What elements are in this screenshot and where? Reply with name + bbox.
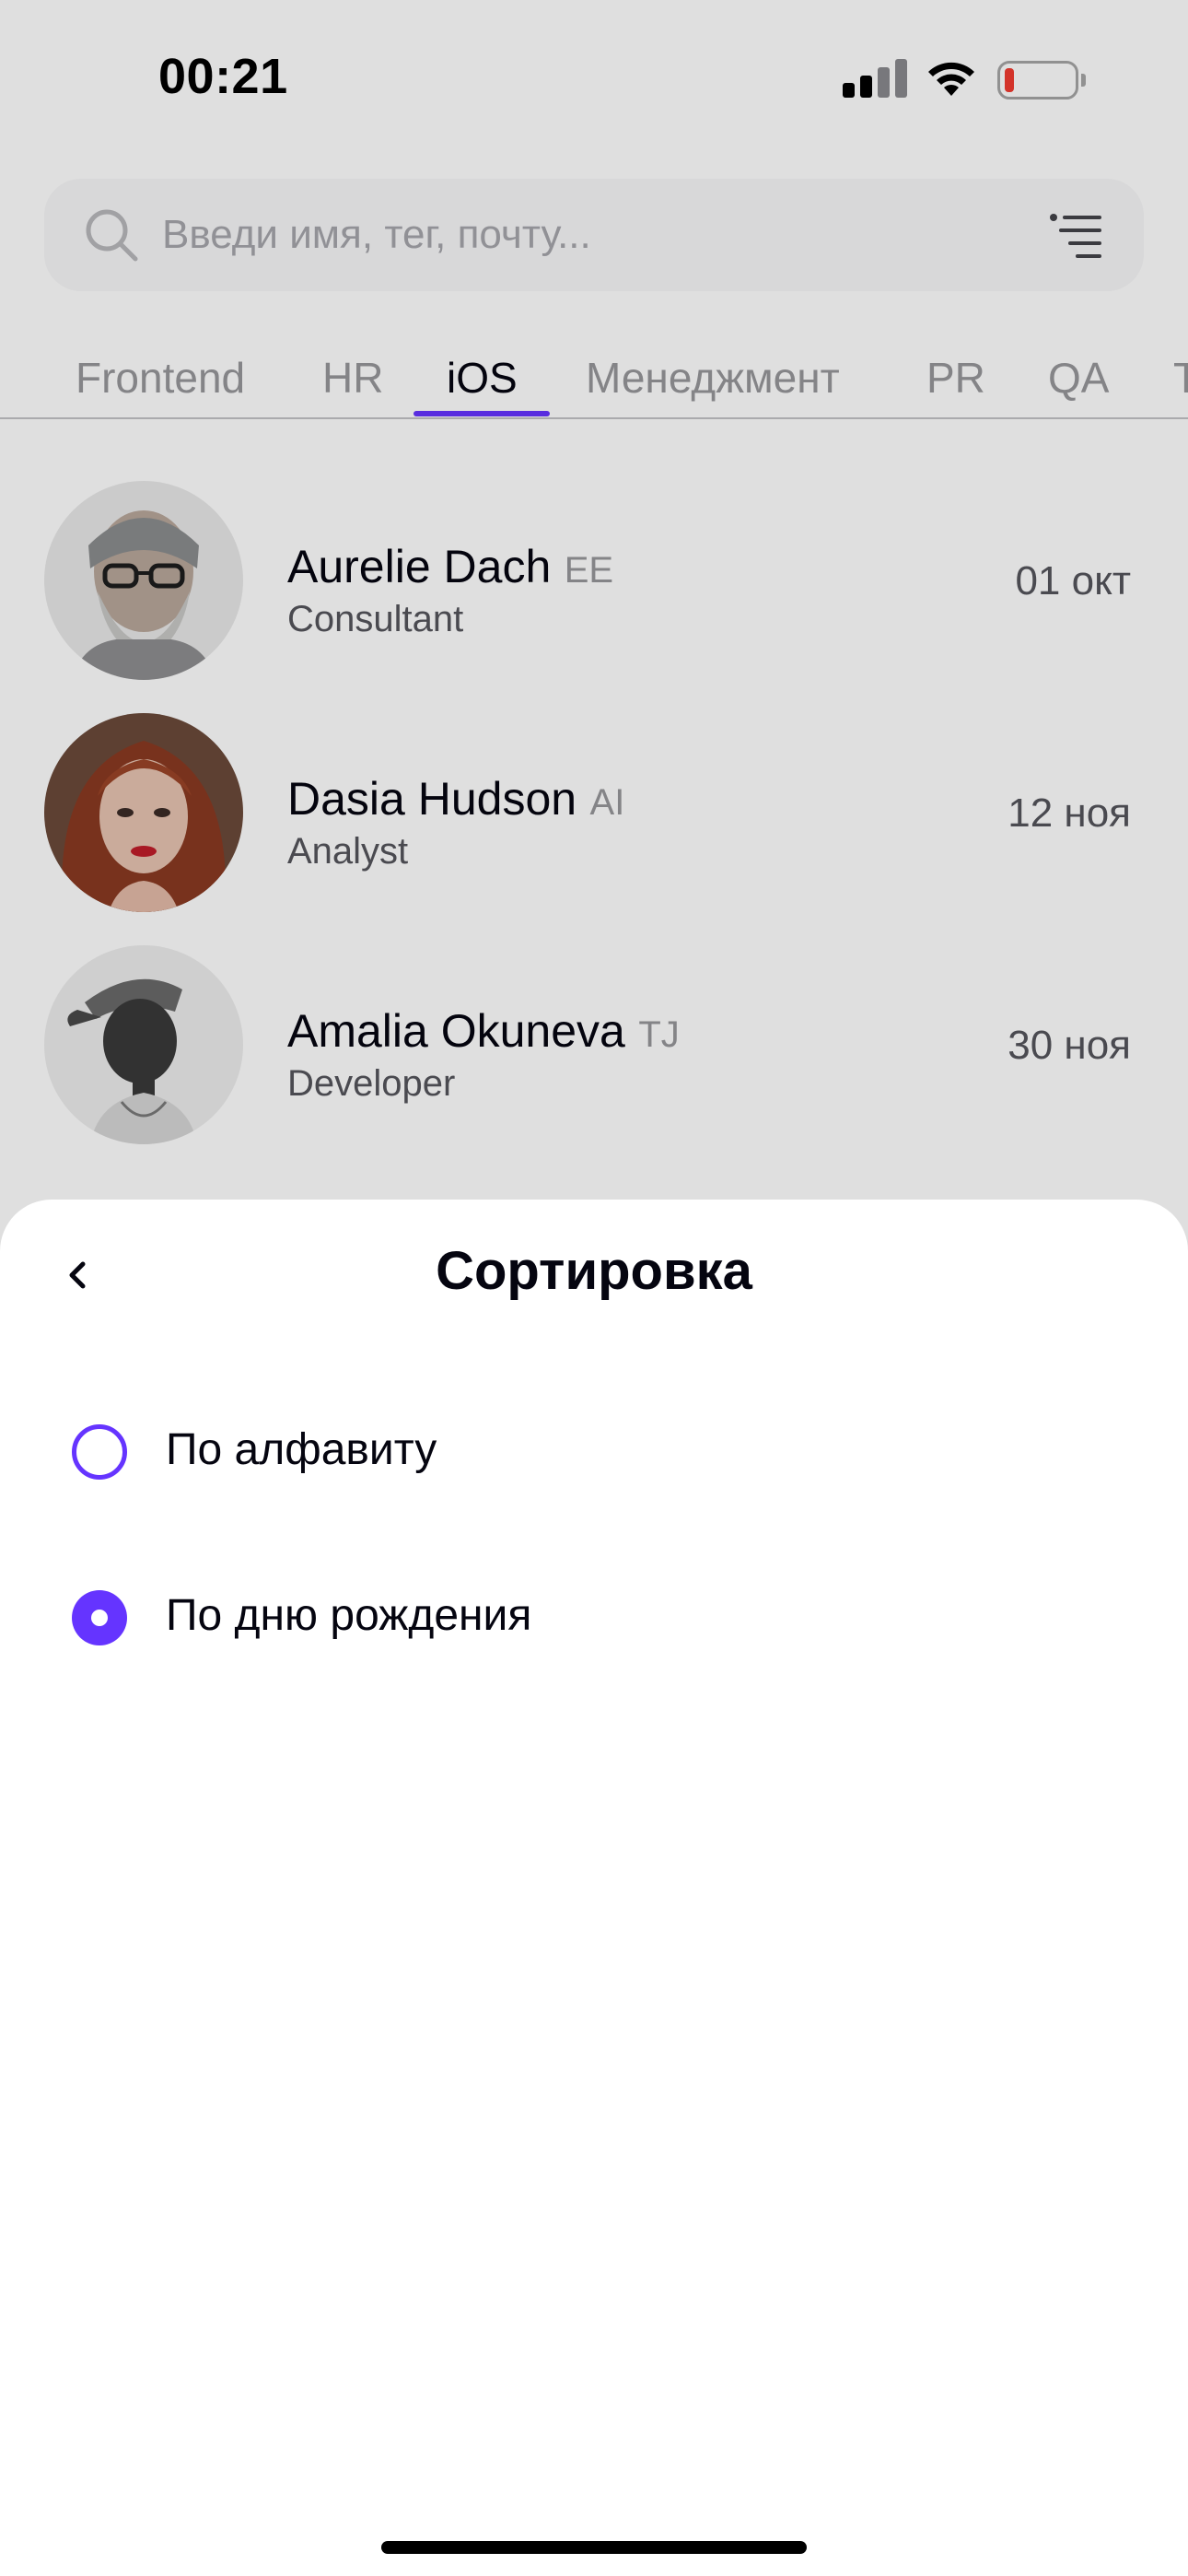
employee-position: Developer bbox=[287, 1063, 456, 1104]
tab-management[interactable]: Менеджмент bbox=[586, 341, 840, 420]
employee-birthday: 12 ноя bbox=[1007, 790, 1131, 836]
employee-birthday: 30 ноя bbox=[1007, 1023, 1131, 1068]
employee-row[interactable]: Dasia Hudson AI Analyst 12 ноя bbox=[0, 713, 1188, 916]
employee-tag: EE bbox=[564, 550, 614, 591]
employee-row[interactable]: Aurelie Dach EE Consultant 01 окт bbox=[0, 481, 1188, 684]
sort-option-label: По алфавиту bbox=[166, 1425, 437, 1474]
employee-name-line: Aurelie Dach EE bbox=[287, 540, 613, 593]
sort-option-label: По дню рождения bbox=[166, 1591, 532, 1640]
search-bar[interactable] bbox=[44, 179, 1144, 291]
employee-tag: TJ bbox=[638, 1014, 680, 1055]
employee-list-screen: 00:21 Введи имя, тег, почту... Frontend … bbox=[0, 0, 1188, 1290]
employee-birthday: 01 окт bbox=[1015, 558, 1131, 603]
tab-truncated[interactable]: T bbox=[1173, 341, 1188, 420]
tabs-divider bbox=[0, 417, 1188, 419]
wifi-icon bbox=[928, 62, 974, 96]
cellular-signal-icon bbox=[843, 57, 907, 98]
avatar bbox=[44, 945, 243, 1144]
screen: 00:21 Введи имя, тег, почту... Frontend … bbox=[0, 0, 1188, 2576]
tab-hr[interactable]: HR bbox=[322, 341, 383, 420]
employee-name: Dasia Hudson bbox=[287, 773, 577, 825]
employee-position: Analyst bbox=[287, 831, 409, 872]
employee-name: Aurelie Dach bbox=[287, 541, 552, 592]
active-tab-indicator bbox=[413, 411, 550, 416]
employee-tag: AI bbox=[589, 782, 625, 823]
tab-qa[interactable]: QA bbox=[1048, 341, 1109, 420]
sort-option-alphabet[interactable]: По алфавиту bbox=[0, 1400, 1188, 1502]
sort-filter-icon[interactable] bbox=[1048, 210, 1103, 260]
employee-row[interactable]: Amalia Okuneva TJ Developer 30 ноя bbox=[0, 945, 1188, 1148]
employee-name-line: Amalia Okuneva TJ bbox=[287, 1004, 680, 1058]
tab-pr[interactable]: PR bbox=[926, 341, 985, 420]
avatar bbox=[44, 481, 243, 680]
radio-button-selected[interactable] bbox=[72, 1590, 127, 1645]
employee-name-line: Dasia Hudson AI bbox=[287, 772, 624, 825]
tab-frontend[interactable]: Frontend bbox=[76, 341, 245, 420]
sheet-title: Сортировка bbox=[436, 1241, 752, 1301]
status-time: 00:21 bbox=[158, 49, 288, 104]
tab-ios[interactable]: iOS bbox=[447, 341, 518, 420]
sort-bottom-sheet: Сортировка По алфавиту По дню рождения bbox=[0, 1200, 1188, 2576]
search-icon bbox=[86, 209, 138, 262]
battery-icon bbox=[997, 61, 1086, 100]
employee-position: Consultant bbox=[287, 599, 464, 639]
avatar bbox=[44, 713, 243, 912]
home-indicator[interactable] bbox=[381, 2541, 807, 2554]
radio-button-unselected[interactable] bbox=[72, 1424, 127, 1480]
department-tabs: Frontend HR iOS Менеджмент PR QA T bbox=[0, 341, 1188, 420]
sort-option-birthday[interactable]: По дню рождения bbox=[0, 1566, 1188, 1668]
search-input[interactable] bbox=[162, 179, 973, 291]
employee-name: Amalia Okuneva bbox=[287, 1005, 625, 1057]
